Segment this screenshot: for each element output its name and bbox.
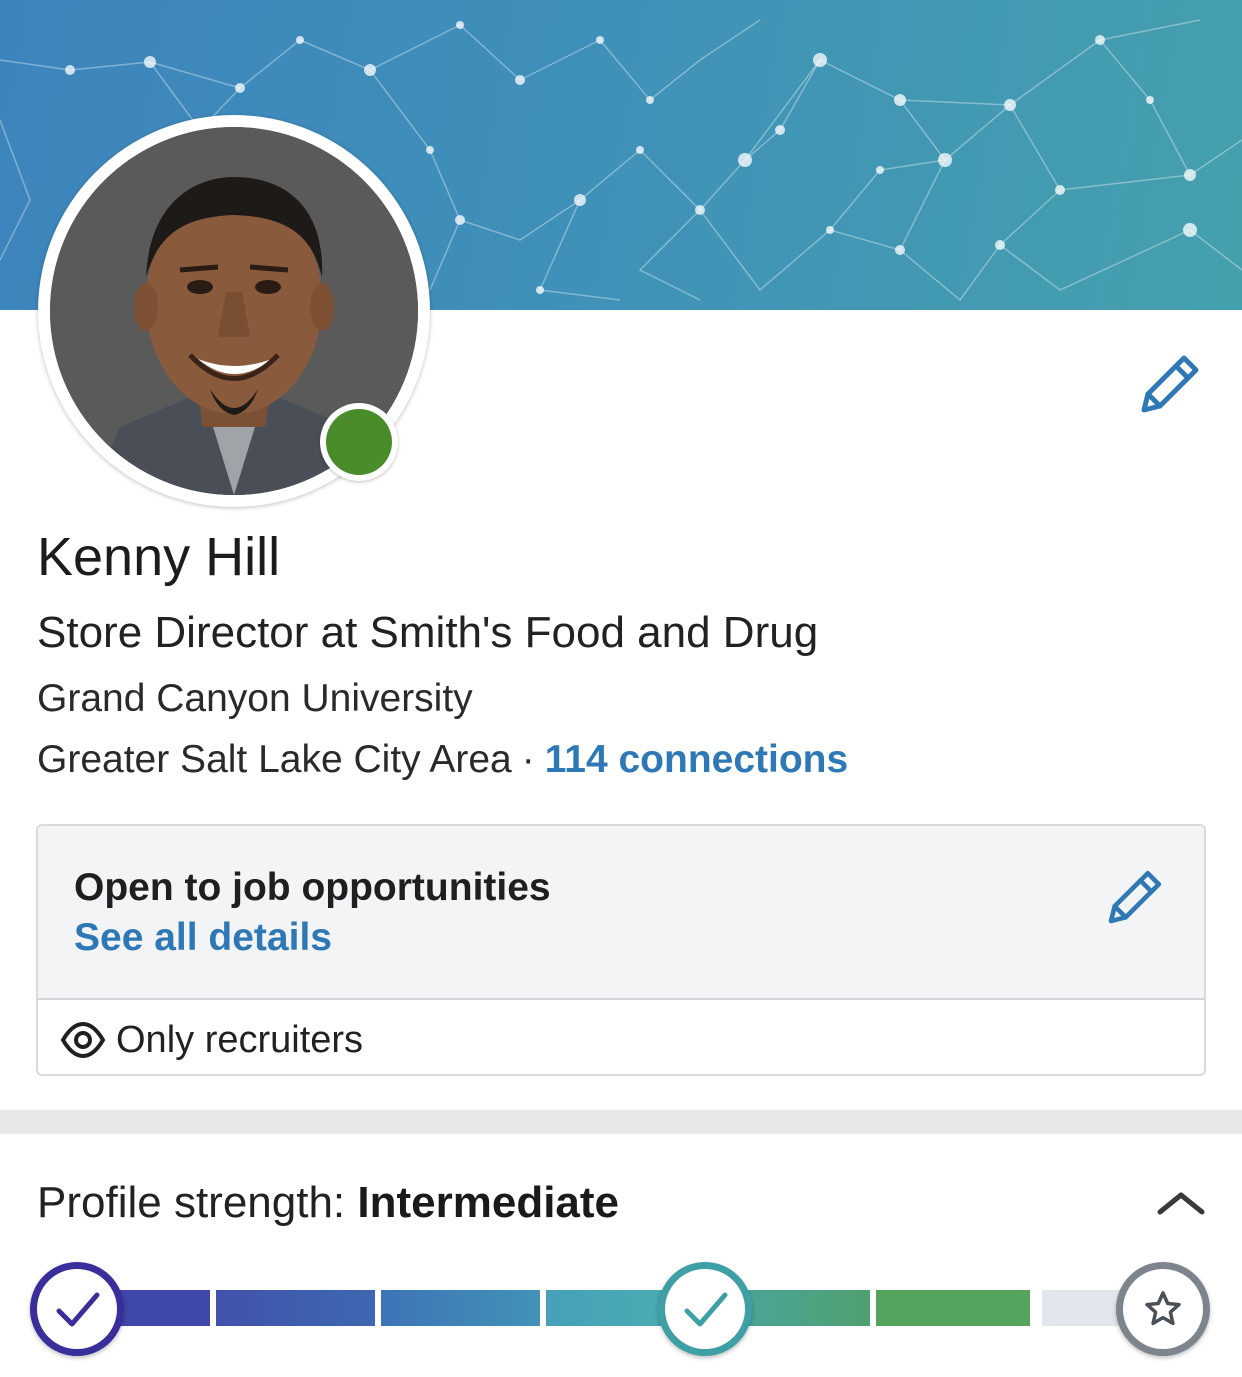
visibility-label: Only recruiters <box>116 1018 364 1061</box>
meter-segment <box>381 1290 540 1326</box>
meter-segment <box>216 1290 375 1326</box>
see-all-details-link[interactable]: See all details <box>74 916 332 960</box>
profile-location: Greater Salt Lake City Area <box>37 738 512 781</box>
separator-dot: · <box>521 738 535 781</box>
open-to-jobs-header: Open to job opportunities See all detail… <box>38 826 1204 1000</box>
open-to-jobs-title: Open to job opportunities <box>74 866 551 909</box>
profile-strength-card: Profile strength: Intermediate <box>0 1134 1242 1377</box>
section-divider <box>0 1110 1242 1134</box>
pencil-icon <box>1108 870 1162 924</box>
meter-segment <box>876 1290 1030 1326</box>
edit-intro-button[interactable] <box>1132 348 1206 422</box>
meter-current-node <box>658 1262 752 1356</box>
pencil-icon <box>1141 355 1199 413</box>
profile-school: Grand Canyon University <box>37 677 473 720</box>
profile-headline: Store Director at Smith's Food and Drug <box>37 608 819 657</box>
online-status-indicator <box>320 403 398 481</box>
star-icon <box>1145 1291 1181 1326</box>
location-row: Greater Salt Lake City Area · 114 connecti… <box>37 738 848 782</box>
eye-icon <box>60 1021 106 1059</box>
meter-segment <box>110 1290 210 1326</box>
edit-open-to-jobs-button[interactable] <box>1100 864 1168 932</box>
open-to-jobs-card[interactable]: Open to job opportunities See all detail… <box>36 824 1206 1076</box>
online-dot <box>326 409 392 475</box>
meter-start-node <box>30 1262 124 1356</box>
profile-strength-meter <box>0 1134 1242 1377</box>
connections-link[interactable]: 114 connections <box>545 738 848 781</box>
meter-segment <box>546 1290 666 1326</box>
check-icon <box>56 1292 100 1327</box>
check-icon <box>684 1292 728 1327</box>
visibility-row[interactable]: Only recruiters <box>60 1016 363 1064</box>
meter-segment <box>740 1290 870 1326</box>
meter-end-node <box>1116 1262 1210 1356</box>
profile-name: Kenny Hill <box>37 527 281 587</box>
